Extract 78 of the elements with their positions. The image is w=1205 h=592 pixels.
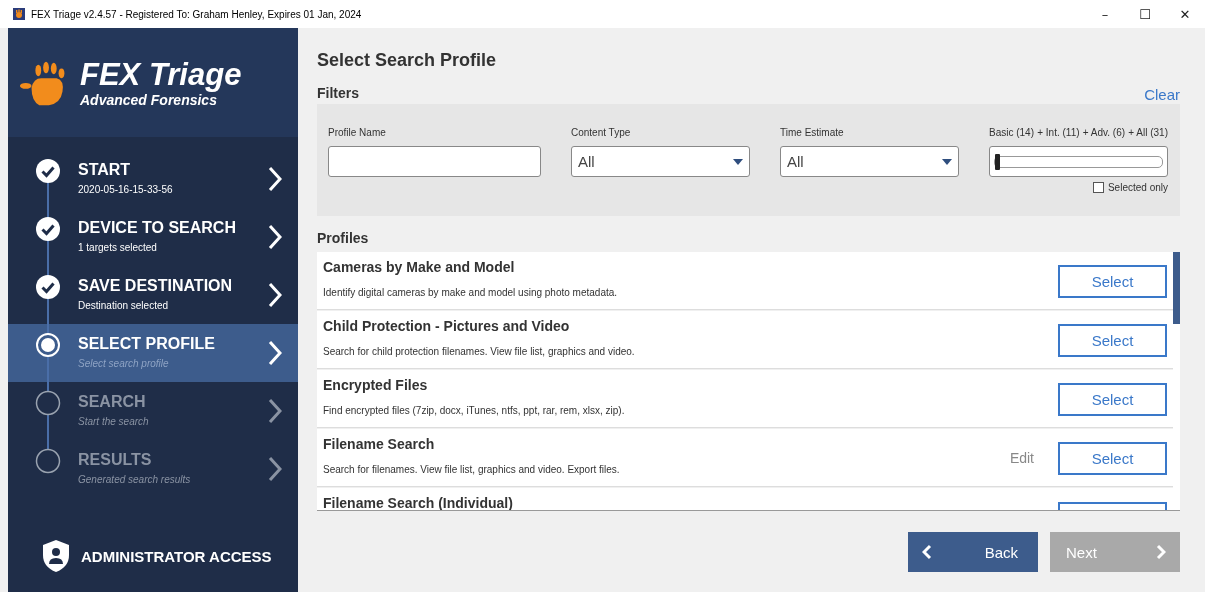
brand-tagline: Advanced Forensics — [80, 91, 217, 108]
step-title: RESULTS — [78, 451, 153, 469]
clear-link[interactable]: Clear — [1144, 86, 1180, 103]
step-item[interactable]: START 2020-05-16-15-33-56 — [8, 150, 298, 208]
step-subtitle: 2020-05-16-15-33-56 — [78, 184, 174, 195]
step-title: DEVICE TO SEARCH — [78, 219, 237, 237]
step-subtitle: Generated search results — [78, 474, 192, 485]
profile-description: Search for filenames. View file list, graphics and video. Export files. — [323, 464, 621, 475]
step-item[interactable]: SELECT PROFILE Select search profile — [8, 324, 298, 382]
circle-icon — [35, 390, 61, 416]
section-title: Filters — [317, 85, 359, 101]
level-slider[interactable] — [989, 146, 1168, 177]
check-icon — [35, 216, 61, 242]
shield-user-icon — [41, 539, 71, 573]
edit-link[interactable]: Edit — [1009, 449, 1034, 466]
step-item[interactable]: RESULTS Generated search results — [8, 440, 298, 498]
profile-name-field[interactable] — [328, 146, 541, 177]
level-label: Basic (14) — [989, 127, 1034, 140]
step-title: SAVE DESTINATION — [78, 277, 234, 295]
chevron-icon — [268, 340, 282, 366]
caret-icon — [733, 158, 743, 165]
profile-name: Cameras by Make and Model — [323, 259, 516, 275]
page-heading: Select Search Profile — [317, 50, 498, 72]
level-label: + All (31) — [1128, 127, 1168, 140]
profile-description: Find encrypted files (7zip, docx, iTunes, ntfs, ppt, rar, rem, xlsx, zip). — [323, 405, 626, 416]
chevron-icon — [268, 282, 282, 308]
step-title: START — [78, 161, 132, 179]
select-button[interactable]: Select — [1058, 383, 1167, 416]
field-label: Profile Name — [328, 127, 387, 140]
window-title: FEX Triage v2.4.57 - Registered To: Graham Henley, Expires 01 Jan, 2024 — [31, 8, 362, 20]
chevron-icon — [268, 456, 282, 482]
chevron-left-icon — [922, 544, 932, 560]
scrollbar[interactable] — [1173, 252, 1180, 510]
content-type-dropdown[interactable]: All — [571, 146, 750, 177]
maximize-button[interactable]: ☐ — [1125, 0, 1165, 28]
slider-thumb[interactable] — [995, 153, 1000, 170]
radio-icon — [35, 332, 61, 358]
field-label: Time Estimate — [780, 127, 845, 140]
chevron-icon — [268, 166, 282, 192]
level-label: + Int. (11) — [1037, 127, 1080, 140]
chevron-right-icon — [1156, 544, 1166, 560]
step-title: SEARCH — [78, 393, 147, 411]
profile-name: Encrypted Files — [323, 377, 429, 393]
field-label: Content Type — [571, 127, 632, 140]
level-label: + Adv. (6) — [1082, 127, 1126, 140]
profile-name: Child Protection - Pictures and Video — [323, 318, 571, 334]
step-subtitle: Destination selected — [78, 300, 170, 311]
admin-label: ADMINISTRATOR ACCESS — [81, 547, 272, 565]
brand-name: FEX Triage — [80, 57, 242, 92]
caret-icon — [942, 158, 952, 165]
profile-description: Identify digital cameras by make and model using photo metadata. — [323, 287, 619, 298]
profile-description: Search for child protection filenames. View file list, graphics and video. — [323, 346, 636, 357]
circle-icon — [35, 448, 61, 474]
check-icon — [35, 274, 61, 300]
checkbox[interactable] — [1092, 182, 1104, 193]
close-button[interactable]: ✕ — [1165, 0, 1205, 28]
profile-name: Filename Search (Individual) — [323, 495, 514, 510]
select-button[interactable]: Select — [1058, 324, 1167, 357]
time-estimate-dropdown[interactable]: All — [780, 146, 959, 177]
step-item[interactable]: SEARCH Start the search — [8, 382, 298, 440]
minimize-button[interactable]: – — [1085, 0, 1125, 28]
step-item[interactable]: DEVICE TO SEARCH 1 targets selected — [8, 208, 298, 266]
section-title: Profiles — [317, 230, 370, 246]
app-icon — [13, 8, 25, 20]
chevron-icon — [268, 224, 282, 250]
back-button[interactable]: Back — [908, 532, 1038, 572]
step-subtitle: Select search profile — [78, 358, 170, 369]
chevron-icon — [268, 398, 282, 424]
step-title: SELECT PROFILE — [78, 335, 216, 353]
checkbox-label: Selected only — [1107, 182, 1168, 193]
admin-access[interactable]: ADMINISTRATOR ACCESS — [8, 539, 298, 573]
check-icon — [35, 158, 61, 184]
select-button[interactable]: Select — [1058, 442, 1167, 475]
profile-name: Filename Search — [323, 436, 436, 452]
step-item[interactable]: SAVE DESTINATION Destination selected — [8, 266, 298, 324]
step-subtitle: 1 targets selected — [78, 242, 158, 253]
step-subtitle: Start the search — [78, 416, 150, 427]
select-button[interactable]: Select — [1058, 265, 1167, 298]
